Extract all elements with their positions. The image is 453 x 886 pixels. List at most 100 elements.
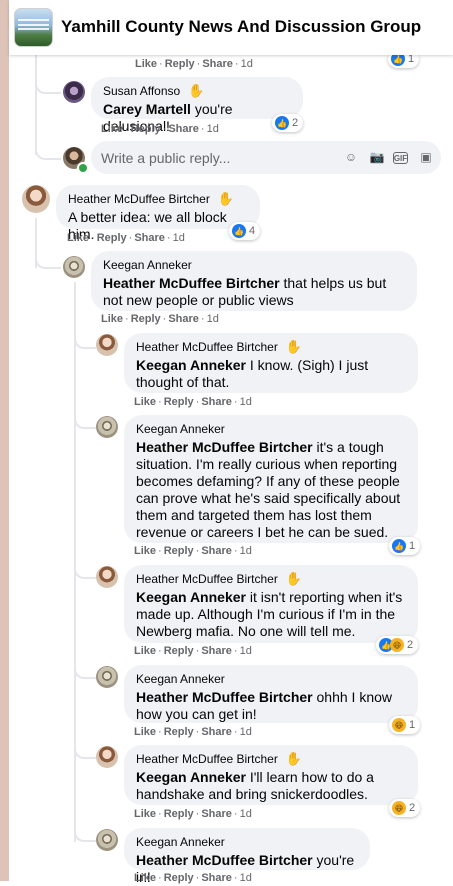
reply-link[interactable]: Reply: [131, 123, 161, 135]
comment-actions: Like · Reply · Share · 1d: [134, 726, 252, 738]
timestamp[interactable]: 1d: [240, 872, 252, 884]
timestamp[interactable]: 1d: [240, 545, 252, 557]
reply-link[interactable]: Reply: [164, 396, 194, 408]
reaction-summary[interactable]: 👍 2: [272, 114, 304, 132]
avatar[interactable]: [96, 566, 118, 588]
comment-author[interactable]: Keegan Anneker: [136, 421, 225, 437]
comment-bubble: Keegan Anneker Heather McDuffee Birtcher…: [91, 251, 417, 311]
share-link[interactable]: Share: [168, 313, 199, 325]
like-link[interactable]: Like: [134, 808, 156, 820]
online-status-dot: [77, 162, 89, 174]
group-header: Yamhill County News And Discussion Group: [9, 0, 453, 55]
thread-connector: [35, 130, 61, 160]
group-logo[interactable]: [14, 8, 53, 47]
like-link[interactable]: Like: [67, 232, 89, 244]
like-link[interactable]: Like: [134, 396, 156, 408]
like-link[interactable]: Like: [135, 58, 157, 70]
avatar[interactable]: [22, 185, 50, 213]
comment-author[interactable]: Keegan Anneker: [136, 834, 225, 850]
reply-link[interactable]: Reply: [164, 872, 194, 884]
reply-link[interactable]: Reply: [165, 58, 195, 70]
timestamp[interactable]: 1d: [173, 232, 185, 244]
like-link[interactable]: Like: [101, 123, 123, 135]
avatar[interactable]: [63, 256, 85, 278]
group-title[interactable]: Yamhill County News And Discussion Group: [61, 17, 421, 37]
share-link[interactable]: Share: [201, 545, 232, 557]
timestamp[interactable]: 1d: [207, 123, 219, 135]
share-link[interactable]: Share: [201, 726, 232, 738]
comment-author[interactable]: Heather McDuffee Birtcher: [68, 191, 210, 207]
reply-link[interactable]: Reply: [164, 545, 194, 557]
thread-connector: [35, 245, 61, 269]
timestamp[interactable]: 1d: [240, 808, 252, 820]
timestamp[interactable]: 1d: [240, 726, 252, 738]
wave-badge-icon: ✋: [217, 191, 235, 206]
reaction-summary[interactable]: 😆 2: [389, 799, 421, 817]
avatar[interactable]: [96, 666, 118, 688]
comment-author[interactable]: Heather McDuffee Birtcher: [136, 751, 278, 767]
reply-link[interactable]: Reply: [97, 232, 127, 244]
share-link[interactable]: Share: [201, 872, 232, 884]
mention-link[interactable]: Heather McDuffee Birtcher: [136, 852, 313, 868]
like-reaction-icon: 👍: [275, 116, 289, 130]
comment-bubble: Heather McDuffee Birtcher ✋ A better idea…: [56, 185, 260, 242]
share-link[interactable]: Share: [134, 232, 165, 244]
comment-bubble: Keegan Anneker Heather McDuffee Birtcher…: [124, 828, 370, 885]
comment-author[interactable]: Heather McDuffee Birtcher: [136, 571, 278, 587]
share-link[interactable]: Share: [201, 396, 232, 408]
share-link[interactable]: Share: [202, 58, 233, 70]
timestamp[interactable]: 1d: [241, 58, 253, 70]
avatar[interactable]: [96, 334, 118, 356]
haha-reaction-icon: 😆: [392, 801, 406, 815]
camera-icon[interactable]: 📷: [369, 149, 385, 165]
share-link[interactable]: Share: [201, 808, 232, 820]
sticker-icon[interactable]: ▣: [418, 149, 434, 165]
timestamp[interactable]: 1d: [240, 645, 252, 657]
avatar[interactable]: [63, 81, 85, 103]
reply-link[interactable]: Reply: [131, 313, 161, 325]
reaction-summary[interactable]: 👍 4: [229, 222, 261, 240]
timestamp[interactable]: 1d: [207, 313, 219, 325]
left-border: [0, 0, 9, 881]
avatar[interactable]: [96, 746, 118, 768]
share-link[interactable]: Share: [201, 645, 232, 657]
wave-badge-icon: ✋: [285, 339, 303, 354]
mention-link[interactable]: Keegan Anneker: [136, 769, 246, 785]
comment-author[interactable]: Keegan Anneker: [103, 257, 192, 273]
wave-badge-icon: ✋: [285, 751, 303, 766]
thread-connector: [74, 655, 96, 679]
mention-link[interactable]: Heather McDuffee Birtcher: [103, 275, 280, 291]
like-link[interactable]: Like: [134, 545, 156, 557]
emoji-icon[interactable]: ☺: [343, 149, 359, 165]
comment-text: Keegan Anneker I'll learn how to do a ha…: [136, 769, 374, 802]
comment-actions: Like · Reply · Share · 1d: [134, 808, 252, 820]
share-link[interactable]: Share: [168, 123, 199, 135]
mention-link[interactable]: Carey Martell: [103, 101, 191, 117]
like-link[interactable]: Like: [134, 645, 156, 657]
comment-author[interactable]: Heather McDuffee Birtcher: [136, 339, 278, 355]
reply-input[interactable]: Write a public reply... ☺ 📷 GIF ▣: [91, 141, 441, 174]
gif-icon[interactable]: GIF: [393, 152, 408, 164]
avatar[interactable]: [96, 416, 118, 438]
like-link[interactable]: Like: [134, 726, 156, 738]
like-link[interactable]: Like: [101, 313, 123, 325]
comment-author[interactable]: Susan Affonso: [103, 83, 180, 99]
mention-link[interactable]: Heather McDuffee Birtcher: [136, 689, 313, 705]
comment-actions: Like · Reply · Share · 1d: [101, 123, 219, 135]
comment-actions: Like · Reply · Share · 1d: [134, 545, 252, 557]
comment-author[interactable]: Keegan Anneker: [136, 671, 225, 687]
mention-link[interactable]: Keegan Anneker: [136, 357, 246, 373]
reaction-summary[interactable]: 👍 1: [389, 537, 421, 555]
reply-placeholder: Write a public reply...: [101, 150, 231, 166]
reply-link[interactable]: Reply: [164, 645, 194, 657]
mention-link[interactable]: Keegan Anneker: [136, 589, 246, 605]
reaction-summary[interactable]: 😆 1: [389, 716, 421, 734]
like-link[interactable]: Like: [134, 872, 156, 884]
reply-link[interactable]: Reply: [164, 726, 194, 738]
mention-link[interactable]: Heather McDuffee Birtcher: [136, 439, 313, 455]
haha-reaction-icon: 😆: [392, 718, 406, 732]
timestamp[interactable]: 1d: [240, 396, 252, 408]
avatar[interactable]: [96, 829, 118, 851]
reaction-summary[interactable]: 👍 😆 2: [376, 636, 419, 654]
reply-link[interactable]: Reply: [164, 808, 194, 820]
